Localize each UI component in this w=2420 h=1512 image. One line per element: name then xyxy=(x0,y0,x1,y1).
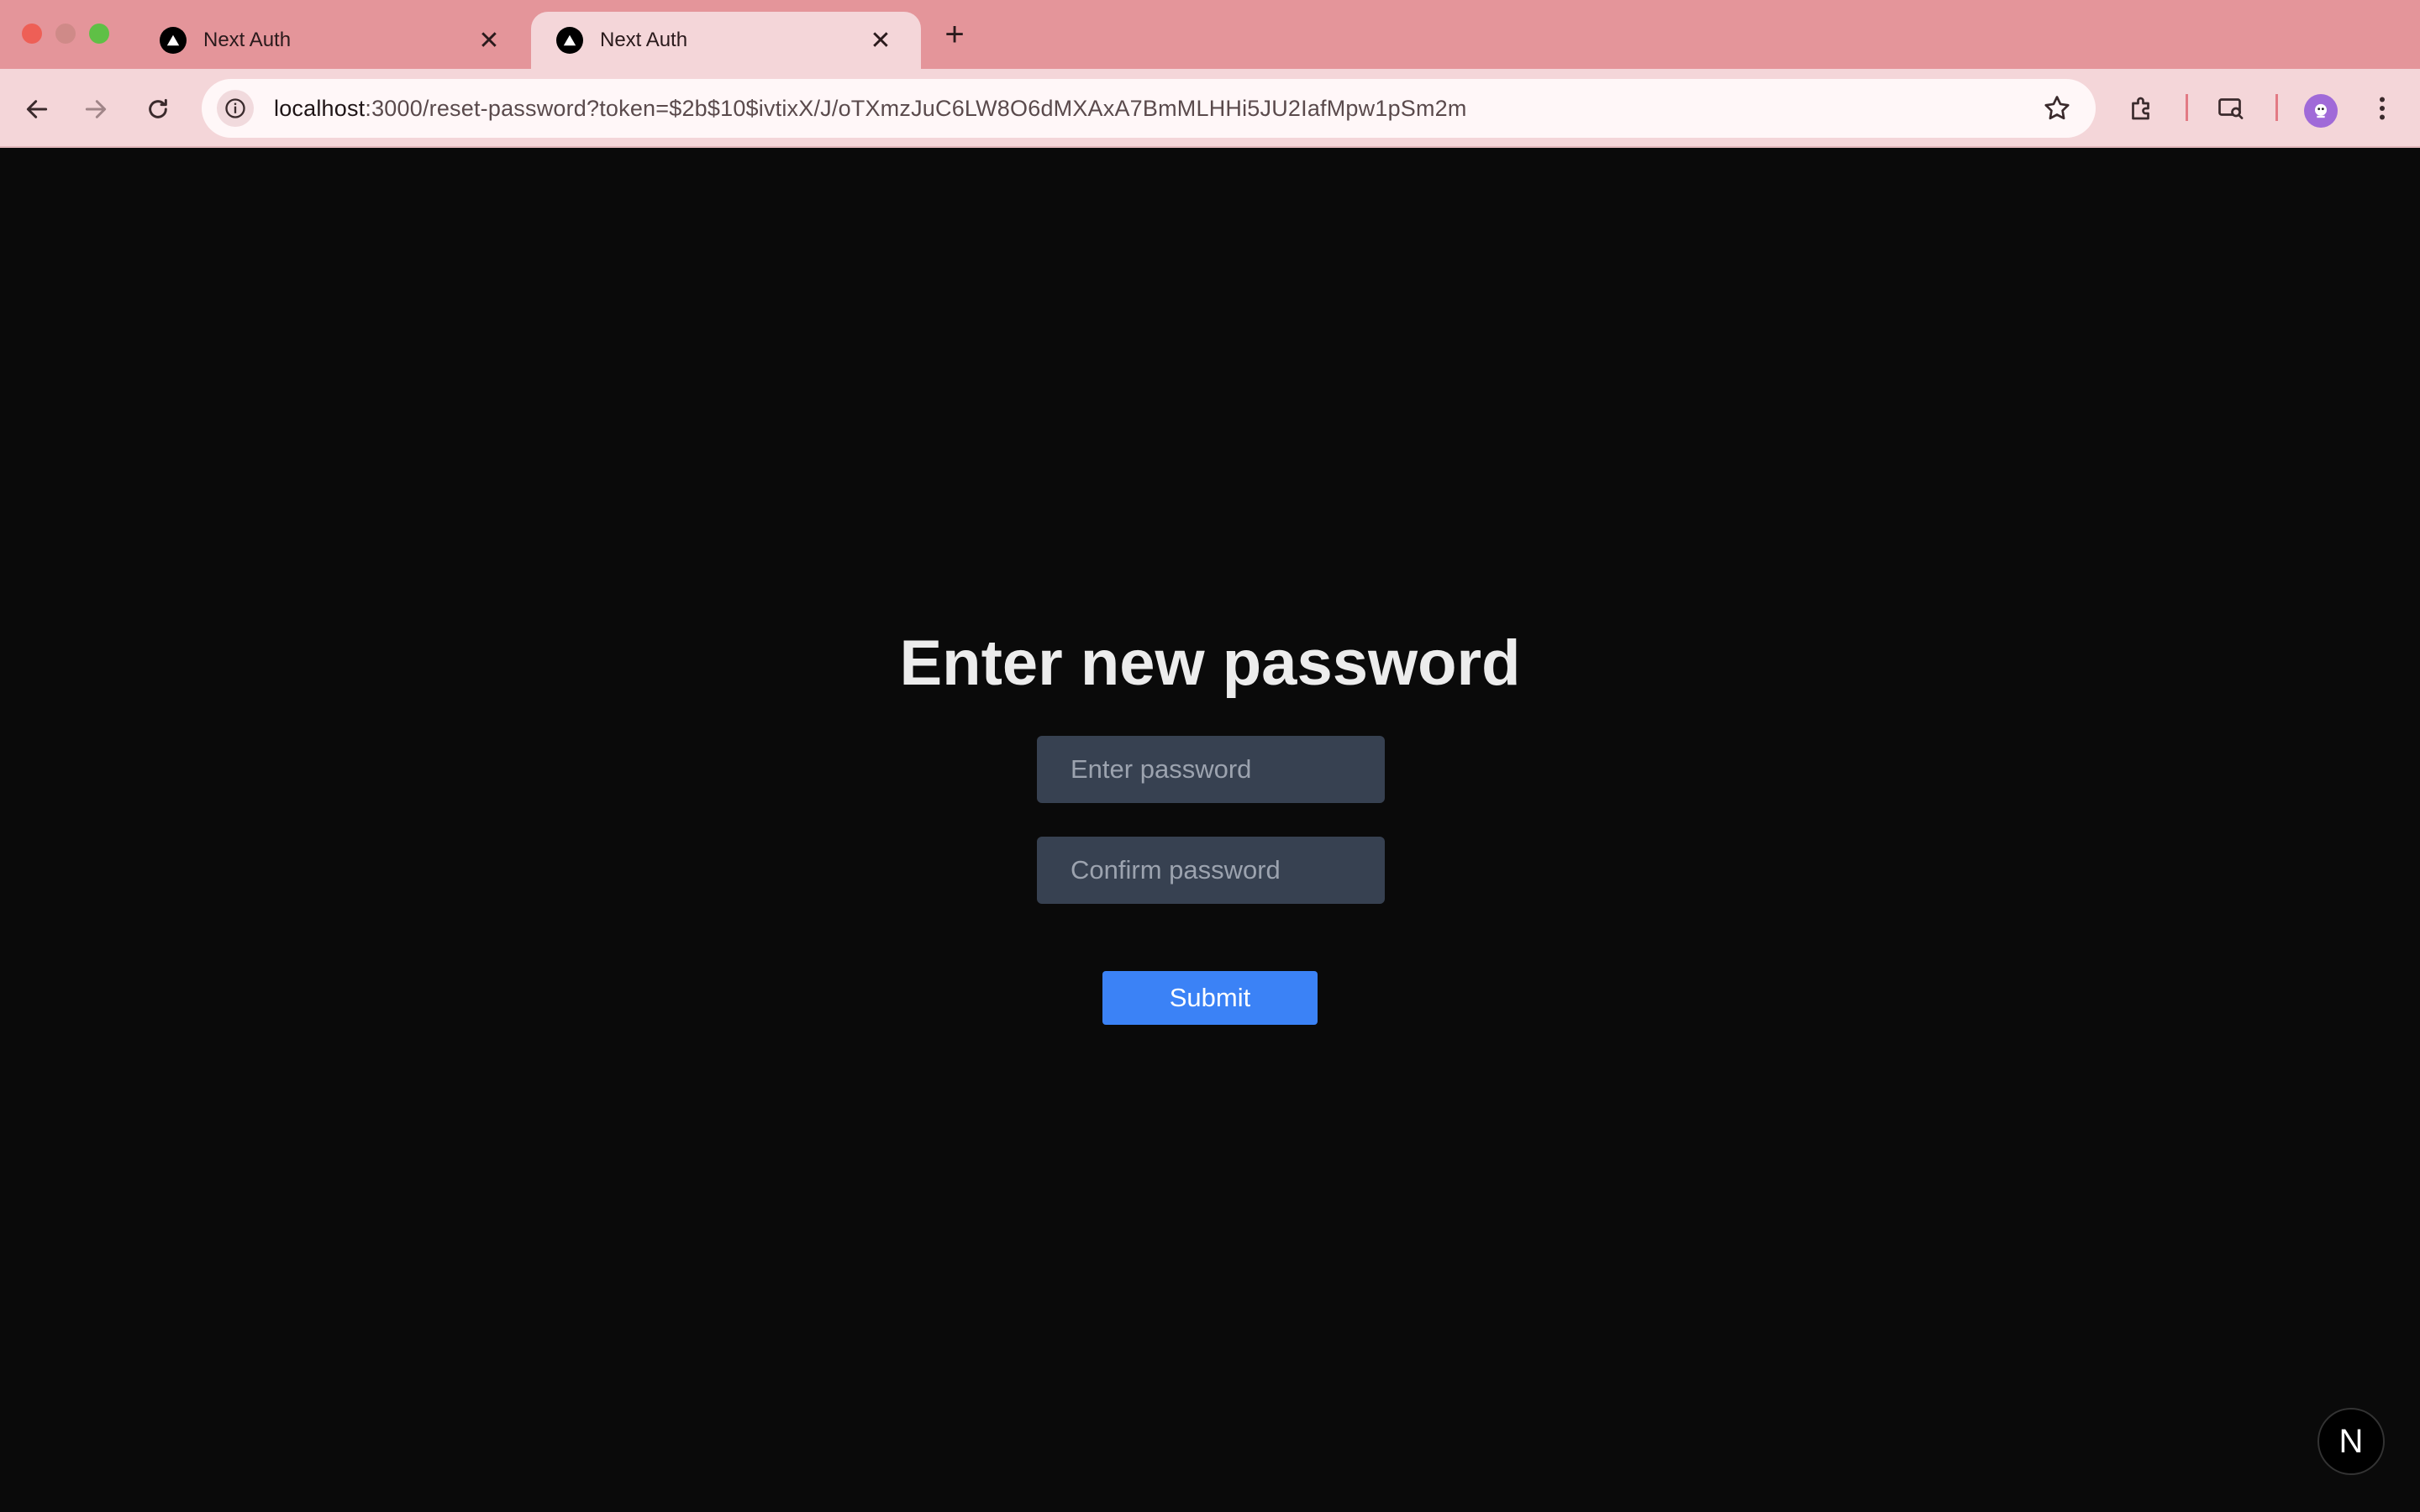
back-icon[interactable] xyxy=(17,89,57,129)
address-bar[interactable]: localhost:3000/reset-password?token=$2b$… xyxy=(202,79,2096,138)
window-close-button[interactable] xyxy=(22,24,42,44)
password-input[interactable] xyxy=(1037,736,1385,803)
tab-next-auth-2[interactable]: Next Auth ✕ xyxy=(531,12,921,69)
submit-button[interactable]: Submit xyxy=(1102,971,1318,1025)
url-path: :3000/reset-password?token=$2b$10$ivtixX… xyxy=(365,95,1467,121)
toolbar-divider xyxy=(2275,94,2278,121)
nextjs-dev-indicator[interactable]: N xyxy=(2317,1408,2385,1475)
browser-toolbar: localhost:3000/reset-password?token=$2b$… xyxy=(0,69,2420,148)
extensions-icon[interactable] xyxy=(2121,87,2163,129)
toolbar-divider xyxy=(2186,94,2188,121)
tab-close-icon[interactable]: ✕ xyxy=(865,26,896,55)
confirm-password-input[interactable] xyxy=(1037,837,1385,904)
url-host: localhost xyxy=(274,95,366,121)
window-maximize-button[interactable] xyxy=(89,24,109,44)
kebab-menu-icon[interactable] xyxy=(2361,87,2403,129)
tab-next-auth-1[interactable]: Next Auth ✕ xyxy=(134,12,529,69)
nextjs-favicon-icon xyxy=(556,27,583,54)
profile-avatar-icon[interactable] xyxy=(2304,94,2338,128)
tab-close-icon[interactable]: ✕ xyxy=(474,26,504,55)
new-tab-button[interactable]: + xyxy=(938,15,971,54)
page-title: Enter new password xyxy=(899,627,1521,699)
window-minimize-button[interactable] xyxy=(55,24,76,44)
nextjs-favicon-icon xyxy=(160,27,187,54)
tab-title: Next Auth xyxy=(203,29,292,51)
bookmark-star-icon[interactable] xyxy=(2042,93,2072,123)
tab-strip: Next Auth ✕ Next Auth ✕ + xyxy=(0,0,2420,69)
tab-title: Next Auth xyxy=(600,29,688,51)
site-info-icon[interactable] xyxy=(217,90,254,127)
forward-icon[interactable] xyxy=(76,89,116,129)
cast-search-icon[interactable] xyxy=(2210,87,2252,129)
url-text: localhost:3000/reset-password?token=$2b$… xyxy=(274,96,1467,122)
reload-icon[interactable] xyxy=(138,89,178,129)
page-content: Enter new password Submit N xyxy=(0,148,2420,1512)
